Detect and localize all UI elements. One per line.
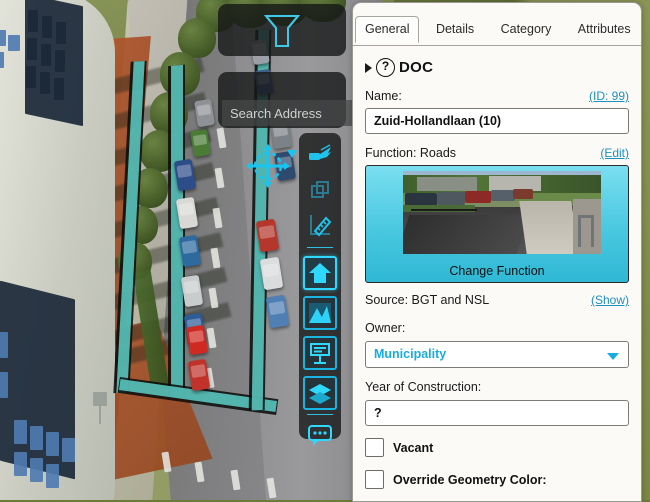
property-panel: General Details Category Attributes ? DO… bbox=[352, 2, 642, 502]
terrain-icon[interactable] bbox=[303, 296, 337, 330]
tab-general[interactable]: General bbox=[355, 16, 419, 43]
override-color-checkbox[interactable] bbox=[365, 470, 384, 489]
map-toolbar bbox=[299, 133, 341, 439]
chevron-down-icon[interactable] bbox=[607, 353, 619, 360]
app-logo-panel[interactable] bbox=[218, 4, 346, 56]
toolbar-divider bbox=[307, 414, 333, 415]
building-home-icon[interactable] bbox=[303, 256, 337, 290]
name-input[interactable] bbox=[365, 108, 629, 134]
vacant-checkbox-row[interactable]: Vacant bbox=[365, 438, 629, 457]
function-row: Function: Roads (Edit) bbox=[365, 146, 629, 160]
layers-icon[interactable] bbox=[303, 376, 337, 410]
panel-content: ? DOC Name: (ID: 99) Function: Roads (Ed… bbox=[353, 46, 641, 489]
triangle-right-icon[interactable] bbox=[365, 63, 372, 73]
source-show-link[interactable]: (Show) bbox=[591, 293, 629, 307]
doc-title: DOC bbox=[399, 59, 433, 76]
duplicate-icon[interactable] bbox=[306, 177, 334, 205]
measure-ruler-icon[interactable] bbox=[306, 211, 334, 239]
panel-tabs: General Details Category Attributes bbox=[353, 15, 641, 46]
change-function-label: Change Function bbox=[366, 264, 628, 278]
doc-header[interactable]: ? DOC bbox=[365, 58, 629, 77]
fly-camera-icon[interactable] bbox=[306, 141, 334, 169]
scene-sign-pole bbox=[99, 404, 101, 424]
sign-board-icon[interactable] bbox=[303, 336, 337, 370]
year-input[interactable] bbox=[365, 400, 629, 426]
vacant-checkbox[interactable] bbox=[365, 438, 384, 457]
search-input[interactable] bbox=[222, 100, 373, 126]
year-label: Year of Construction: bbox=[365, 380, 629, 394]
source-label: Source: BGT and NSL bbox=[365, 293, 489, 307]
source-row: Source: BGT and NSL (Show) bbox=[365, 293, 629, 307]
t-shape-logo-icon bbox=[218, 4, 346, 56]
orbit-navigation-compass-icon[interactable] bbox=[240, 140, 302, 192]
owner-select[interactable]: Municipality bbox=[365, 341, 629, 368]
object-id-link[interactable]: (ID: 99) bbox=[589, 89, 629, 103]
override-color-label: Override Geometry Color: bbox=[393, 473, 547, 487]
vacant-label: Vacant bbox=[393, 441, 433, 455]
owner-select-value: Municipality bbox=[374, 347, 446, 361]
name-row: Name: (ID: 99) bbox=[365, 89, 629, 103]
toolbar-divider bbox=[307, 247, 333, 248]
scene-building-tower bbox=[0, 0, 115, 500]
selected-road-highlight[interactable] bbox=[171, 65, 183, 397]
change-function-button[interactable]: Change Function bbox=[365, 165, 629, 283]
owner-label: Owner: bbox=[365, 321, 629, 335]
function-preview-photo bbox=[403, 171, 601, 254]
comment-bubble-icon[interactable] bbox=[306, 421, 334, 449]
tab-attributes[interactable]: Attributes bbox=[568, 16, 641, 43]
function-edit-link[interactable]: (Edit) bbox=[600, 146, 629, 160]
name-label: Name: bbox=[365, 89, 402, 103]
tab-category[interactable]: Category bbox=[491, 16, 562, 43]
tab-details[interactable]: Details bbox=[426, 16, 484, 43]
override-color-checkbox-row[interactable]: Override Geometry Color: bbox=[365, 470, 629, 489]
function-label: Function: Roads bbox=[365, 146, 456, 160]
question-mark-circle-icon[interactable]: ? bbox=[376, 58, 395, 77]
